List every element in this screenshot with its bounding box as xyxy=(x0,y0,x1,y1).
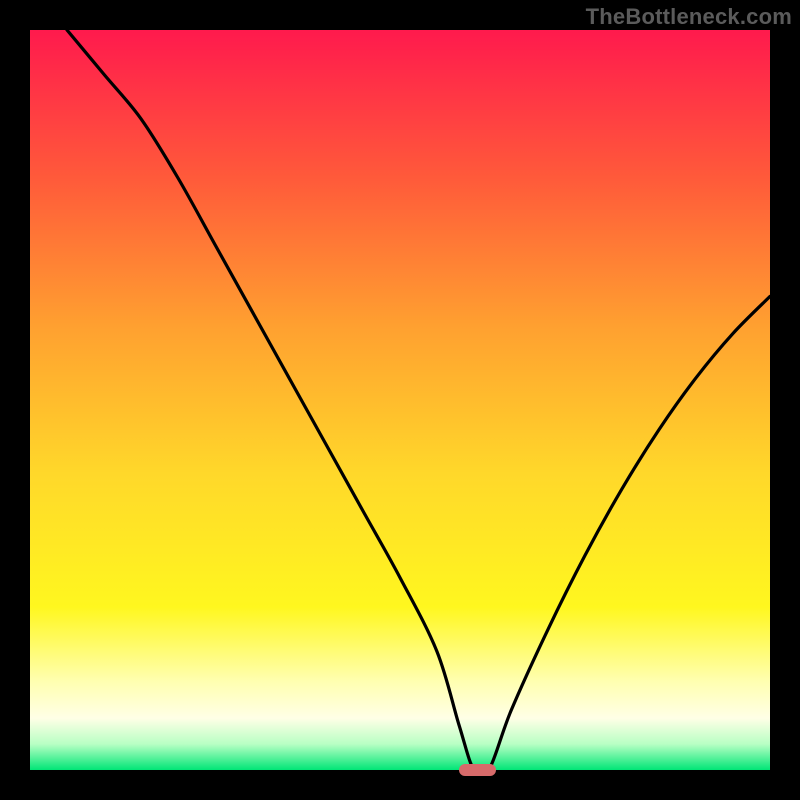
bottleneck-curve xyxy=(30,30,770,770)
plot-area xyxy=(30,30,770,770)
attribution-label: TheBottleneck.com xyxy=(586,4,792,30)
minimum-marker xyxy=(459,764,496,776)
chart-frame: TheBottleneck.com xyxy=(0,0,800,800)
